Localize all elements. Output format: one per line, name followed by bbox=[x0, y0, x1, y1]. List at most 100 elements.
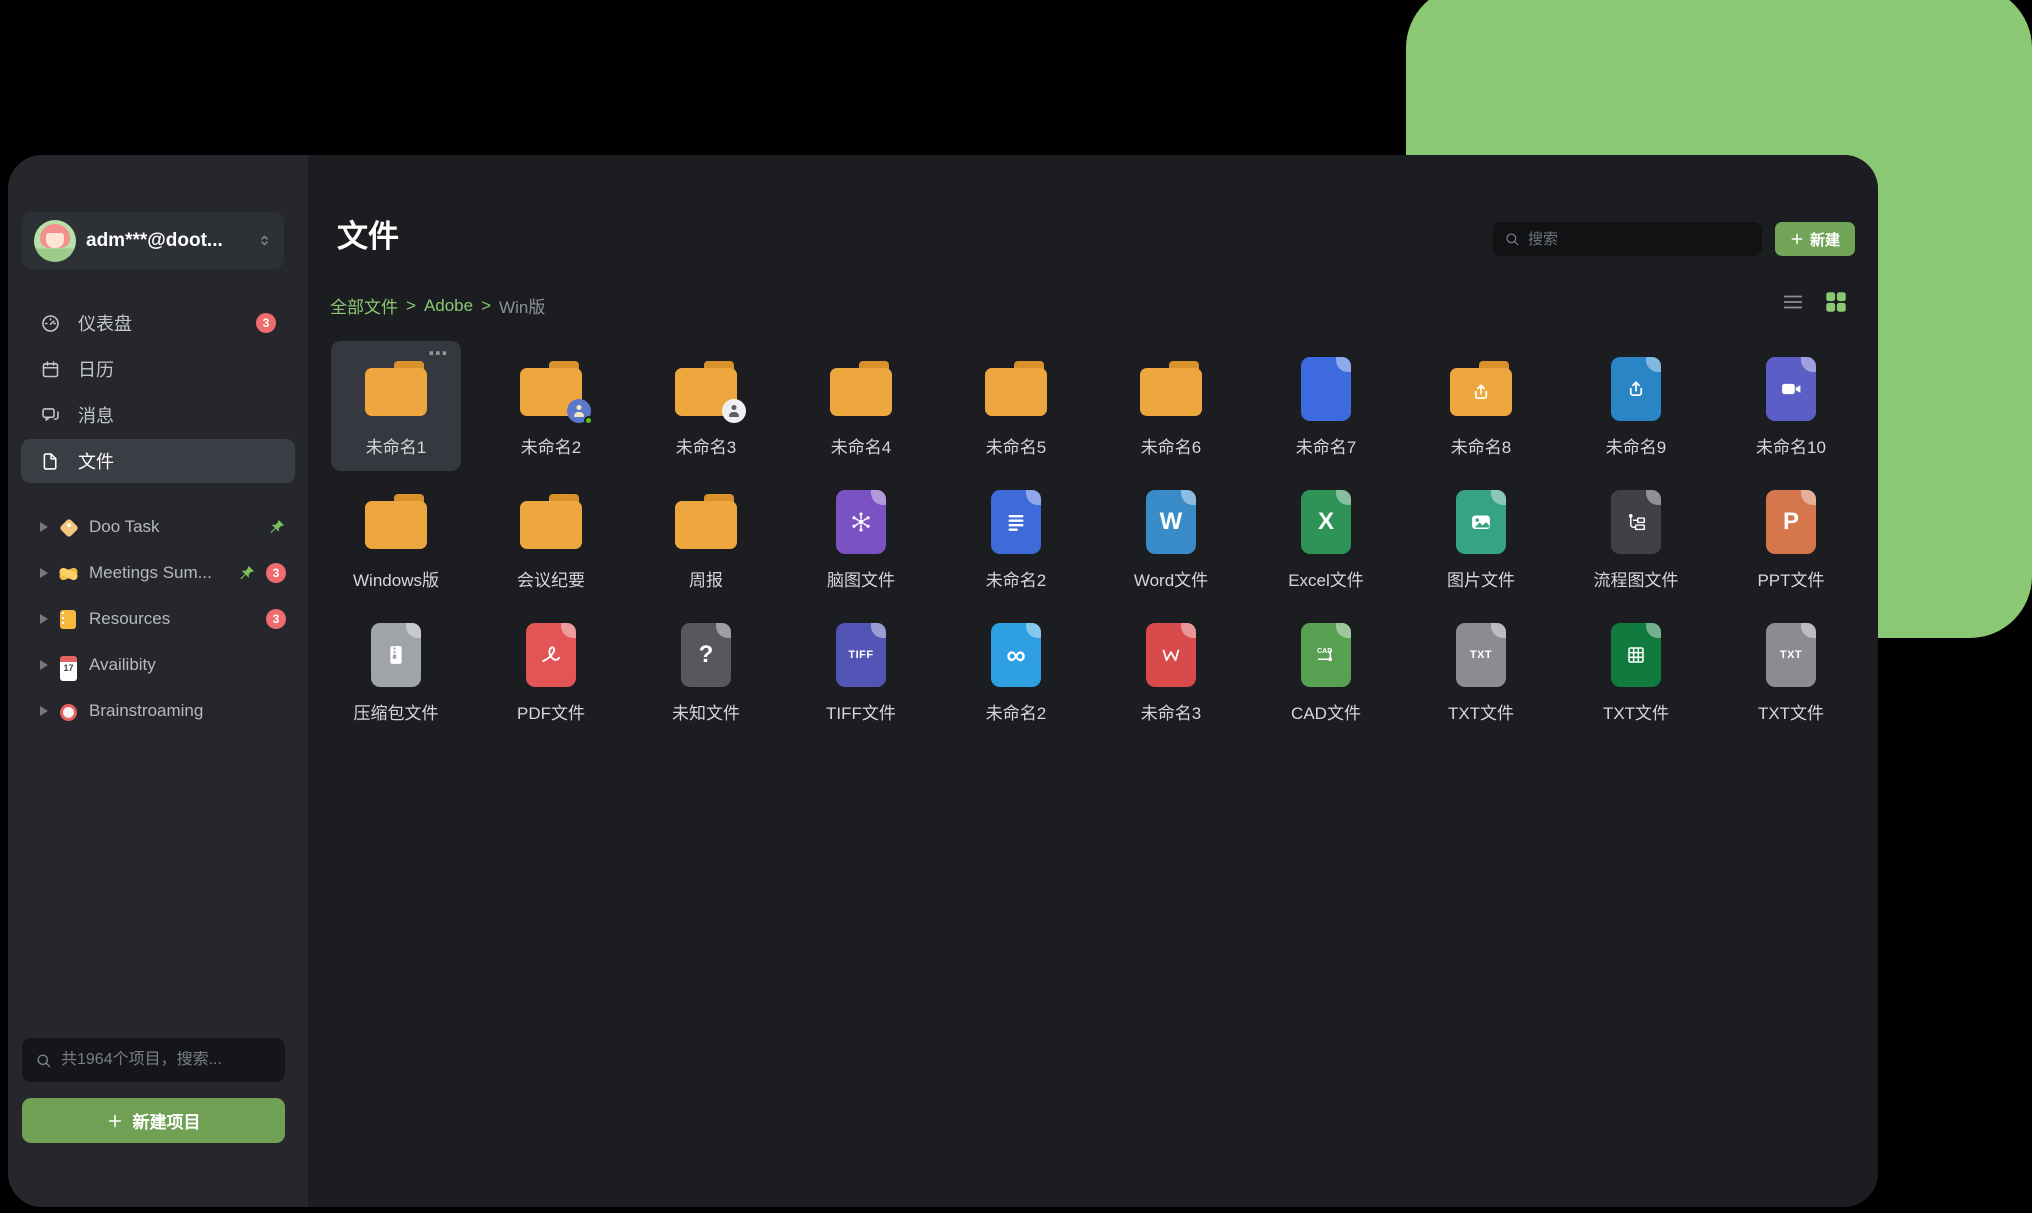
sidebar-item-calendar[interactable]: 日历 bbox=[21, 347, 295, 391]
expand-caret-icon[interactable] bbox=[40, 568, 48, 578]
folder-item[interactable]: ⋯未命名1 bbox=[331, 341, 461, 471]
file-item[interactable]: 未命名7 bbox=[1261, 341, 1391, 471]
file-icon: ? bbox=[641, 607, 771, 699]
new-project-button[interactable]: 新建项目 bbox=[22, 1098, 285, 1143]
new-file-label: 新建 bbox=[1810, 229, 1840, 250]
folder-icon bbox=[486, 341, 616, 433]
file-item[interactable]: 图片文件 bbox=[1416, 474, 1546, 604]
file-item[interactable]: 脑图文件 bbox=[796, 474, 926, 604]
expand-caret-icon[interactable] bbox=[40, 522, 48, 532]
calendar17-icon bbox=[58, 655, 79, 676]
folder-icon bbox=[1416, 341, 1546, 433]
breadcrumb-item[interactable]: 全部文件 bbox=[330, 293, 398, 318]
file-label: 流程图文件 bbox=[1594, 566, 1679, 591]
project-label: Brainstroaming bbox=[89, 701, 203, 721]
file-item[interactable]: WWord文件 bbox=[1106, 474, 1236, 604]
sidebar-project-meetings-sum[interactable]: Meetings Sum...3 bbox=[8, 552, 308, 594]
file-icon bbox=[796, 474, 926, 566]
file-label: 未命名2 bbox=[521, 433, 581, 458]
file-item[interactable]: 未命名3 bbox=[1106, 607, 1236, 737]
file-icon: ∞ bbox=[951, 607, 1081, 699]
sidebar-project-brainstroaming[interactable]: Brainstroaming bbox=[8, 690, 308, 732]
file-icon: TIFF bbox=[796, 607, 926, 699]
folder-item[interactable]: 未命名3 bbox=[641, 341, 771, 471]
file-label: 周报 bbox=[689, 566, 723, 591]
app-window: adm***@doot... 仪表盘3日历消息文件 Doo TaskMeetin… bbox=[8, 155, 1878, 1207]
folder-item[interactable]: 未命名8 bbox=[1416, 341, 1546, 471]
file-label: 未命名10 bbox=[1756, 433, 1826, 458]
folder-icon bbox=[331, 474, 461, 566]
file-icon: X bbox=[1261, 474, 1391, 566]
file-label: TIFF文件 bbox=[826, 699, 896, 724]
file-search-input[interactable] bbox=[1528, 231, 1751, 248]
folder-icon bbox=[1106, 341, 1236, 433]
file-label: CAD文件 bbox=[1291, 699, 1361, 724]
file-item[interactable]: 未命名2 bbox=[951, 474, 1081, 604]
folder-item[interactable]: 未命名5 bbox=[951, 341, 1081, 471]
file-icon: TXT bbox=[1726, 607, 1856, 699]
plus-icon bbox=[107, 1113, 123, 1129]
new-file-button[interactable]: 新建 bbox=[1775, 222, 1855, 256]
file-icon bbox=[486, 607, 616, 699]
file-item[interactable]: TXT文件 bbox=[1571, 607, 1701, 737]
file-item[interactable]: TIFFTIFF文件 bbox=[796, 607, 926, 737]
expand-caret-icon[interactable] bbox=[40, 614, 48, 624]
user-account-card[interactable]: adm***@doot... bbox=[22, 212, 284, 269]
shared-user-badge bbox=[722, 399, 746, 423]
sidebar-item-dashboard[interactable]: 仪表盘3 bbox=[21, 301, 295, 345]
sidebar-project-doo-task[interactable]: Doo Task bbox=[8, 506, 308, 548]
folder-item[interactable]: Windows版 bbox=[331, 474, 461, 604]
breadcrumb-item[interactable]: Adobe bbox=[424, 296, 473, 316]
alarm-icon bbox=[58, 701, 79, 722]
project-search-box[interactable] bbox=[22, 1038, 285, 1082]
sidebar-project-resources[interactable]: Resources3 bbox=[8, 598, 308, 640]
sidebar-item-messages[interactable]: 消息 bbox=[21, 393, 295, 437]
file-item[interactable]: 压缩包文件 bbox=[331, 607, 461, 737]
folder-item[interactable]: 会议纪要 bbox=[486, 474, 616, 604]
page-title: 文件 bbox=[337, 211, 399, 256]
expand-caret-icon[interactable] bbox=[40, 706, 48, 716]
expand-chevrons-icon[interactable] bbox=[257, 233, 272, 248]
sidebar-item-files[interactable]: 文件 bbox=[21, 439, 295, 483]
file-label: 未命名2 bbox=[986, 566, 1046, 591]
file-item[interactable]: 未命名10 bbox=[1726, 341, 1856, 471]
file-label: TXT文件 bbox=[1758, 699, 1824, 724]
file-icon bbox=[1261, 341, 1391, 433]
files-icon bbox=[40, 451, 61, 472]
folder-item[interactable]: 未命名6 bbox=[1106, 341, 1236, 471]
folder-item[interactable]: 未命名2 bbox=[486, 341, 616, 471]
folder-item[interactable]: 周报 bbox=[641, 474, 771, 604]
file-item[interactable]: TXTTXT文件 bbox=[1416, 607, 1546, 737]
file-item[interactable]: 流程图文件 bbox=[1571, 474, 1701, 604]
file-label: 未命名4 bbox=[831, 433, 891, 458]
list-view-icon[interactable] bbox=[1781, 291, 1805, 313]
file-item[interactable]: PDF文件 bbox=[486, 607, 616, 737]
view-toggles bbox=[1781, 289, 1849, 315]
project-search-input[interactable] bbox=[61, 1051, 272, 1069]
file-item[interactable]: ?未知文件 bbox=[641, 607, 771, 737]
file-search-box[interactable] bbox=[1493, 222, 1762, 256]
folder-icon bbox=[641, 341, 771, 433]
expand-caret-icon[interactable] bbox=[40, 660, 48, 670]
file-grid: ⋯未命名1 未命名2 未命名3 未命名4 未命名5未命名6未命名7未命名8 未命名9 未命名… bbox=[331, 341, 1856, 737]
notebook-icon bbox=[58, 609, 79, 630]
unread-badge: 3 bbox=[266, 609, 286, 629]
file-label: Windows版 bbox=[353, 566, 439, 591]
file-item[interactable]: 未命名9 bbox=[1571, 341, 1701, 471]
file-label: TXT文件 bbox=[1603, 699, 1669, 724]
breadcrumb-separator: > bbox=[481, 296, 491, 316]
file-item[interactable]: CADCAD文件 bbox=[1261, 607, 1391, 737]
folder-icon bbox=[486, 474, 616, 566]
breadcrumb: 全部文件>Adobe>Win版 bbox=[330, 293, 545, 318]
file-item[interactable]: PPPT文件 bbox=[1726, 474, 1856, 604]
file-item[interactable]: ∞未命名2 bbox=[951, 607, 1081, 737]
grid-view-icon[interactable] bbox=[1823, 289, 1849, 315]
sidebar: adm***@doot... 仪表盘3日历消息文件 Doo TaskMeetin… bbox=[8, 155, 308, 1207]
sidebar-project-availibity[interactable]: Availibity bbox=[8, 644, 308, 686]
file-item[interactable]: XExcel文件 bbox=[1261, 474, 1391, 604]
file-label: Word文件 bbox=[1134, 566, 1208, 591]
file-item[interactable]: TXTTXT文件 bbox=[1726, 607, 1856, 737]
folder-item[interactable]: 未命名4 bbox=[796, 341, 926, 471]
more-icon[interactable]: ⋯ bbox=[428, 341, 451, 366]
file-label: 未命名9 bbox=[1606, 433, 1666, 458]
